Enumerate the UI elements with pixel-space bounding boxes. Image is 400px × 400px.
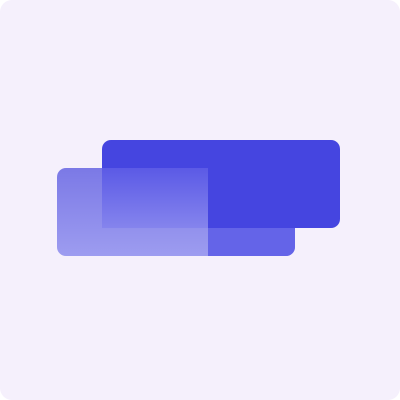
overlap-right — [208, 228, 295, 256]
stacked-rectangles-logo-icon — [57, 140, 340, 256]
overlap-left — [102, 168, 208, 228]
app-icon-tile — [0, 0, 400, 400]
